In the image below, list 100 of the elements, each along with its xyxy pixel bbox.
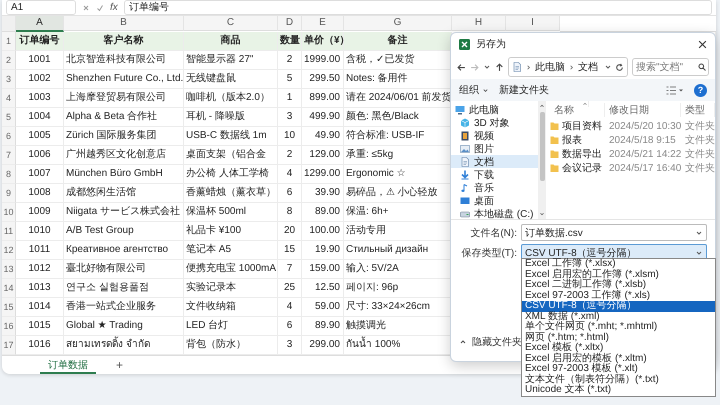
refresh-icon — [615, 62, 624, 72]
column-header[interactable]: E — [302, 16, 344, 31]
table-cell: 北京智造科技有限公司 — [64, 51, 184, 70]
dialog-title: 另存为 — [476, 38, 507, 51]
row-number: 16 — [2, 317, 16, 336]
table-cell: A/B Test Group — [64, 222, 184, 241]
item-type: 文件夹 — [684, 162, 715, 175]
chevron-right-icon — [568, 64, 575, 70]
table-cell: 연구소 실험용품점 — [64, 279, 184, 298]
chevron-down-icon — [604, 63, 612, 71]
table-cell: 广州越秀区文化创意店 — [64, 146, 184, 165]
folder-tree-item[interactable]: 本地磁盘 (C:) — [451, 207, 538, 220]
file-type-option[interactable]: Excel 启用宏的工作簿 (*.xlsm) — [522, 270, 715, 280]
table-cell: 1002 — [16, 70, 64, 89]
organize-button[interactable]: 组织 — [459, 83, 489, 97]
table-cell: LED 台灯 — [184, 317, 278, 336]
view-options-icon[interactable] — [666, 86, 684, 94]
filename-field[interactable]: 订单数据.csv — [521, 224, 707, 241]
header-cell: 单价（¥） — [302, 32, 344, 51]
file-type-option[interactable]: Unicode 文本 (*.txt) — [522, 385, 715, 396]
folder-tree-item[interactable]: 3D 对象 — [451, 116, 538, 129]
table-cell: 299.00 — [302, 336, 344, 355]
folder-tree-item[interactable]: 此电脑 — [451, 103, 538, 116]
row-number: 2 — [2, 51, 16, 70]
chevron-down-icon — [695, 248, 703, 256]
file-type-option[interactable]: Excel 97-2003 模板 (*.xlt) — [522, 364, 715, 374]
table-cell: 20 — [278, 222, 302, 241]
table-cell: 499.90 — [302, 108, 344, 127]
folder-name[interactable]: 数据导出 — [562, 147, 602, 161]
folder-name[interactable]: 会议记录 — [562, 161, 602, 175]
name-box[interactable]: A1 — [6, 0, 76, 15]
column-header[interactable]: 名称 — [550, 103, 605, 117]
folder-tree-item[interactable]: 桌面 — [451, 194, 538, 207]
table-cell: 1010 — [16, 222, 64, 241]
table-cell: 上海摩登贸易有限公司 — [64, 89, 184, 108]
row-number: 15 — [2, 298, 16, 317]
table-cell: 1001 — [16, 51, 64, 70]
file-type-option[interactable]: Excel 工作簿 (*.xlsx) — [522, 259, 715, 270]
folder-tree-item[interactable]: 音乐 — [451, 181, 538, 194]
table-cell: 159.00 — [302, 260, 344, 279]
folder-name[interactable]: 项目资料 — [562, 119, 602, 133]
file-type-option[interactable]: 文本文件（制表符分隔）(*.txt) — [522, 374, 715, 385]
field-label: 保存类型(T): — [460, 246, 517, 260]
folder-tree-item[interactable]: 文档 — [451, 155, 538, 168]
file-type-option[interactable]: 单个文件网页 (*.mht; *.mhtml) — [522, 322, 715, 332]
folder-tree-item[interactable]: 视频 — [451, 129, 538, 142]
row-number: 1 — [2, 32, 16, 51]
address-bar[interactable]: 此电脑 文档 — [508, 57, 628, 77]
chevron-down-icon — [695, 228, 703, 236]
scrollbar[interactable] — [538, 101, 546, 219]
table-cell: สยามเทรดดิ้ง จำกัด — [64, 336, 184, 355]
table-cell: 保温杯 500ml — [184, 203, 278, 222]
add-sheet-button[interactable]: + — [110, 357, 130, 373]
row-number: 11 — [2, 222, 16, 241]
column-header[interactable]: G — [344, 16, 452, 31]
row-number: 8 — [2, 165, 16, 184]
search-field[interactable]: 搜索"文档" — [632, 58, 709, 76]
column-header[interactable]: C — [184, 16, 278, 31]
table-cell: 299.50 — [302, 70, 344, 89]
file-type-option[interactable]: 网页 (*.htm; *.html) — [522, 332, 715, 343]
hide-folders-toggle[interactable]: 隐藏文件夹 — [459, 335, 522, 349]
table-cell: 25 — [278, 279, 302, 298]
header-cell: 客户名称 — [64, 32, 184, 51]
download-icon — [460, 170, 470, 180]
select-all-corner[interactable] — [2, 16, 16, 32]
cube-icon — [460, 118, 470, 128]
breadcrumb-link[interactable]: 此电脑 — [535, 60, 565, 74]
table-cell: 1007 — [16, 165, 64, 184]
formula-field[interactable]: 订单编号 — [124, 0, 712, 15]
file-type-option[interactable]: Excel 启用宏的模板 (*.xltm) — [522, 354, 715, 364]
function-button[interactable]: fx — [110, 2, 118, 13]
row-number: 13 — [2, 260, 16, 279]
file-type-option[interactable]: XML 数据 (*.xml) — [522, 312, 715, 322]
table-cell: 耳机 - 降噪版 — [184, 108, 278, 127]
column-header[interactable]: 类型 — [681, 103, 715, 117]
table-cell: Shenzhen Future Co., Ltd. — [64, 70, 184, 89]
breadcrumb-link[interactable]: 文档 — [578, 60, 598, 74]
table-cell: 3 — [278, 336, 302, 355]
folder-tree-item[interactable]: 下载 — [451, 168, 538, 181]
spreadsheet-app-icon — [459, 38, 470, 50]
column-header[interactable]: B — [64, 16, 184, 31]
table-cell: 桌面支架（铝合金 — [184, 146, 278, 165]
help-button[interactable]: ? — [694, 84, 707, 96]
column-header[interactable]: A — [16, 16, 64, 32]
table-cell: 实验记录本 — [184, 279, 278, 298]
table-cell: 智能显示器 27" — [184, 51, 278, 70]
column-header[interactable]: 修改日期 — [605, 103, 681, 117]
file-type-option[interactable]: Excel 模板 (*.xltx) — [522, 343, 715, 354]
file-type-option[interactable]: Excel 97-2003 工作簿 (*.xls) — [522, 290, 715, 301]
table-cell: Global ★ Trading — [64, 317, 184, 336]
close-icon — [698, 40, 707, 48]
file-type-option[interactable]: Excel 二进制工作簿 (*.xlsb) — [522, 280, 715, 290]
new-folder-button[interactable]: 新建文件夹 — [499, 83, 549, 97]
column-header[interactable]: H — [452, 16, 506, 31]
folder-tree-item[interactable]: 图片 — [451, 142, 538, 155]
column-header[interactable]: D — [278, 16, 302, 31]
document-icon — [512, 62, 522, 72]
folder-name[interactable]: 报表 — [562, 133, 582, 147]
table-cell: 59.00 — [302, 298, 344, 317]
column-header[interactable]: I — [506, 16, 560, 31]
